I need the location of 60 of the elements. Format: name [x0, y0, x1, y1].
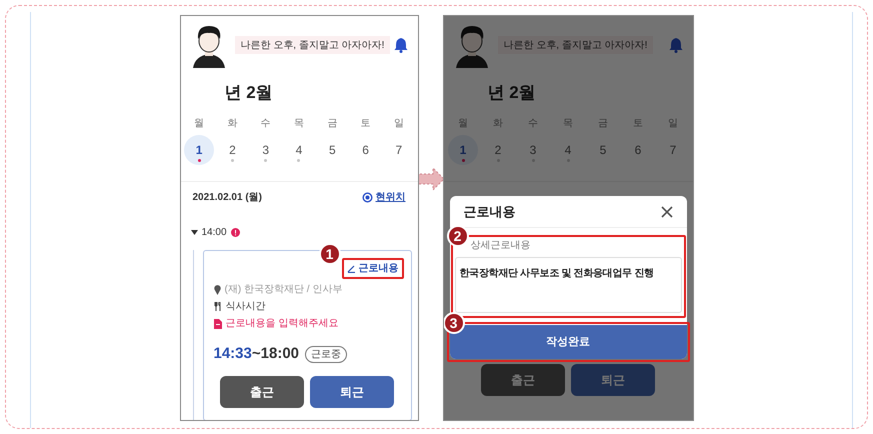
weekday-label: 토: [633, 118, 643, 129]
work-hours: 14:33~18:00: [214, 344, 299, 364]
caret-icon[interactable]: [190, 230, 198, 235]
modal-title: 근로내용: [464, 202, 516, 221]
edit-work-button[interactable]: 근로내용: [344, 261, 400, 276]
month-title: 년 2월: [488, 83, 536, 102]
weekday-label: 일: [668, 118, 678, 129]
bell-icon[interactable]: [668, 37, 682, 53]
date-cell[interactable]: 4: [553, 135, 583, 165]
alert-icon: [230, 228, 240, 237]
document-icon: [214, 318, 222, 328]
month-title: 년 2월: [224, 83, 273, 102]
location-link[interactable]: 현위치: [362, 190, 406, 205]
weekday-label: 목: [563, 118, 573, 129]
date-cell[interactable]: 4: [284, 135, 314, 165]
meal-text: 식사시간: [226, 300, 266, 314]
weekday-label: 수: [260, 118, 271, 129]
cutlery-icon: [214, 302, 222, 311]
callout-number: 2: [446, 225, 468, 247]
date-cell[interactable]: 5: [317, 135, 348, 165]
close-icon[interactable]: [660, 206, 672, 218]
weekday-label: 월: [194, 118, 204, 129]
callout-frame: [342, 258, 404, 279]
weekday-label: 목: [294, 118, 304, 129]
clock-in-button[interactable]: 출근: [481, 364, 565, 396]
pin-icon: [214, 284, 220, 294]
date-cell[interactable]: 1: [184, 135, 214, 165]
bell-icon[interactable]: [394, 37, 408, 53]
date-cell[interactable]: 6: [623, 135, 653, 165]
clock-out-button[interactable]: 퇴근: [310, 376, 394, 408]
weekday-label: 월: [458, 118, 468, 129]
date-cell[interactable]: 5: [588, 135, 618, 165]
target-icon: [362, 192, 372, 203]
clock-in-button[interactable]: 출근: [220, 376, 304, 408]
date-cell[interactable]: 7: [658, 135, 688, 165]
warning-text: 근로내용을 입력해주세요: [226, 317, 338, 331]
status-badge: 근로중: [305, 346, 347, 363]
date-cell[interactable]: 2: [483, 135, 513, 165]
date-cell[interactable]: 7: [384, 135, 414, 165]
weekday-label: 수: [528, 118, 538, 129]
weekday-label: 일: [394, 118, 404, 129]
greeting-banner: 나른한 오후, 졸지말고 아자아자!: [234, 36, 390, 54]
weekday-label: 토: [360, 118, 371, 129]
callout-number: 1: [318, 243, 340, 265]
weekday-label: 금: [598, 118, 608, 129]
date-cell[interactable]: 2: [217, 135, 248, 165]
weekday-label: 금: [327, 118, 338, 129]
greeting-banner: 나른한 오후, 졸지말고 아자아자!: [498, 36, 654, 54]
field-label: 상세근로내용: [470, 240, 530, 251]
weekday-label: 화: [227, 118, 238, 129]
workplace-text: (재) 한국장학재단 / 인사부: [224, 283, 342, 297]
date-cell[interactable]: 3: [518, 135, 548, 165]
date-cell[interactable]: 3: [250, 135, 281, 165]
time-label: 14:00: [202, 226, 227, 240]
date-cell[interactable]: 6: [350, 135, 381, 165]
callout-number: 3: [444, 312, 464, 334]
pencil-icon: [346, 264, 356, 273]
weekday-label: 화: [493, 118, 503, 129]
work-detail-field[interactable]: 한국장학재단 사무보조 및 전화응대업무 진행: [454, 257, 682, 313]
date-label: 2021.02.01 (월): [192, 191, 262, 205]
